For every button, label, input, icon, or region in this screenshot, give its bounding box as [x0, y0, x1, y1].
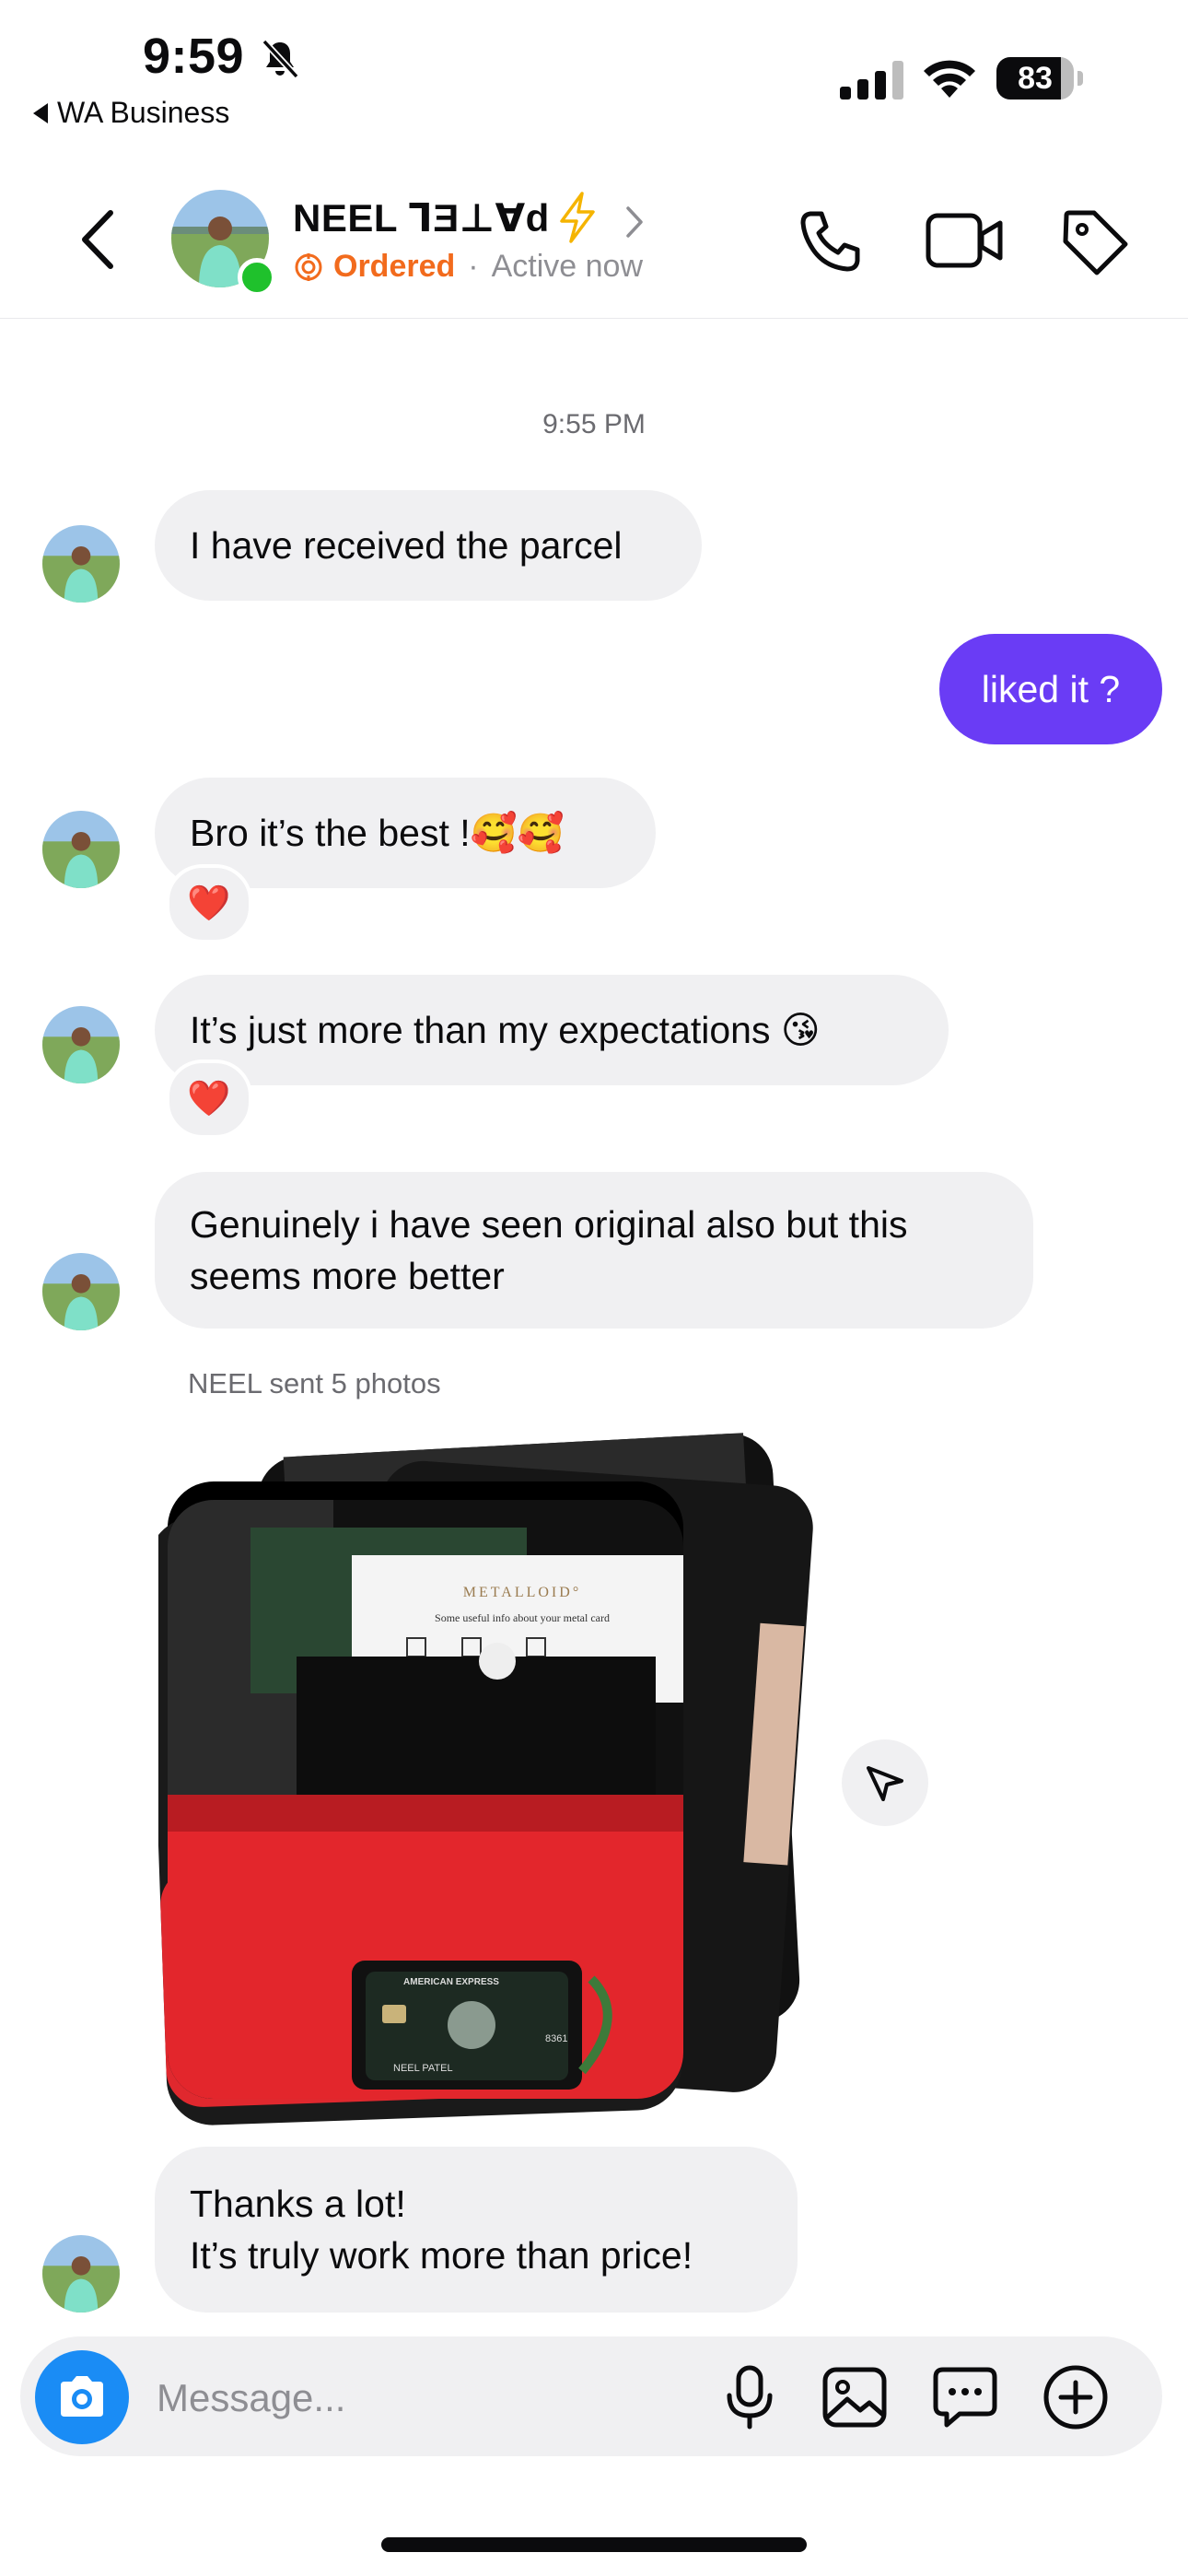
phone-icon[interactable] [798, 208, 864, 275]
presence-status: Active now [491, 249, 643, 284]
heart-reaction-icon: ❤️ [187, 884, 231, 923]
card-brand: AMERICAN EXPRESS [403, 1977, 499, 1987]
sticker-message-icon[interactable] [930, 2362, 1000, 2432]
send-arrow-icon [867, 1766, 903, 1801]
ordered-badge-icon [295, 252, 322, 281]
heart-reaction-icon: ❤️ [187, 1080, 231, 1118]
card-name: NEEL PATEL [393, 2063, 453, 2074]
camera-icon [61, 2376, 103, 2417]
message-bubble[interactable]: Thanks a lot! It’s truly work more than … [155, 2147, 798, 2313]
add-circle-icon[interactable] [1041, 2362, 1111, 2432]
sheet-caption: Some useful info about your metal card [435, 1611, 610, 1624]
message-timestamp: 9:55 PM [542, 409, 646, 439]
tag-icon[interactable] [1061, 208, 1129, 276]
wifi-icon [924, 60, 975, 98]
status-time: 9:59 [143, 29, 245, 84]
sheet-brand: METALLOID° [463, 1585, 581, 1600]
card-digits: 8361 [545, 2033, 567, 2044]
contact-subtitle: Ordered · Active now [293, 249, 643, 285]
cellular-signal-icon [840, 61, 903, 100]
back-triangle-icon [33, 102, 48, 123]
message-text: Bro it’s the best !🥰🥰 [190, 812, 565, 854]
sender-avatar[interactable] [42, 525, 120, 603]
message-bubble[interactable]: It’s just more than my expectations 😘 [155, 975, 949, 1085]
video-camera-icon[interactable] [925, 210, 1004, 271]
contact-name[interactable]: NEEL ᒣƎ⊥∀d [293, 195, 550, 240]
message-line: seems more better [190, 1255, 505, 1297]
battery-level: 83 [1018, 61, 1053, 96]
photos-sent-label: NEEL sent 5 photos [188, 1367, 441, 1399]
back-to-app-link[interactable]: WA Business [33, 96, 229, 130]
heart-reaction[interactable]: ❤️ [166, 1060, 252, 1139]
outgoing-message-bubble[interactable]: liked it ? [939, 634, 1162, 744]
separator-dot: · [468, 249, 479, 284]
message-input[interactable] [155, 2364, 674, 2432]
back-chevron-icon[interactable] [77, 207, 118, 272]
home-indicator[interactable] [381, 2537, 807, 2552]
message-line: It’s truly work more than price! [190, 2234, 693, 2277]
message-text: I have received the parcel [190, 524, 623, 567]
photo-stack-attachment[interactable]: METALLOID° Some useful info about your m… [158, 1426, 821, 2136]
sender-avatar[interactable] [42, 1253, 120, 1330]
sender-avatar[interactable] [42, 811, 120, 888]
battery-indicator: 83 [996, 57, 1085, 100]
camera-button[interactable] [35, 2350, 129, 2444]
heart-reaction[interactable]: ❤️ [166, 864, 252, 943]
sender-avatar[interactable] [42, 1006, 120, 1083]
lightning-icon [560, 192, 595, 243]
microphone-icon[interactable] [715, 2362, 785, 2432]
chevron-right-icon[interactable] [624, 205, 645, 240]
message-line: Genuinely i have seen original also but … [190, 1203, 908, 1246]
message-bubble[interactable]: Genuinely i have seen original also but … [155, 1172, 1033, 1329]
order-status-label: Ordered [333, 249, 456, 284]
online-status-dot [238, 258, 276, 297]
share-button[interactable] [842, 1739, 928, 1826]
message-line: Thanks a lot! [190, 2183, 406, 2225]
message-text: It’s just more than my expectations 😘 [190, 1009, 821, 1051]
sender-avatar[interactable] [42, 2235, 120, 2313]
message-bubble[interactable]: I have received the parcel [155, 490, 702, 601]
back-app-label: WA Business [57, 96, 230, 129]
gallery-icon[interactable] [820, 2362, 890, 2432]
message-text: liked it ? [981, 668, 1121, 710]
bell-muted-icon [262, 39, 299, 79]
